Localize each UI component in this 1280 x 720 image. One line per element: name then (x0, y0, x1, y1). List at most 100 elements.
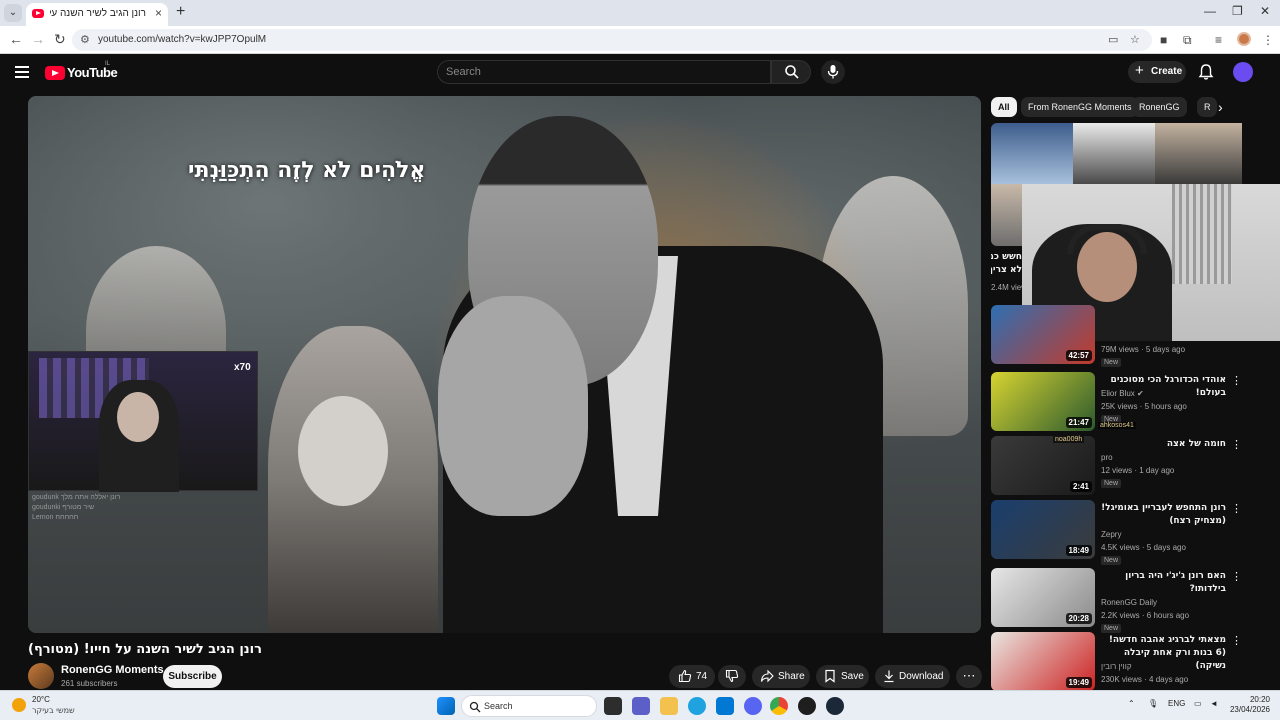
weather-temp[interactable]: 20°C (32, 695, 50, 704)
new-tab-button[interactable]: + (176, 3, 185, 21)
tray-chevron-icon[interactable]: ⌃ (1128, 699, 1135, 708)
chip-partial[interactable]: R (1197, 97, 1217, 117)
chip-from-channel[interactable]: From RonenGG Moments (1021, 97, 1139, 117)
video-player[interactable]: אֱלֹהִים לֹא לְזֶה הִתְכַּוַּנְתִּי x70 … (28, 96, 981, 633)
address-bar[interactable]: ⚙ youtube.com/watch?v=kwJPP7OpulM ▭ ☆ (72, 29, 1152, 51)
maximize-button[interactable]: ❐ (1232, 4, 1243, 18)
system-clock[interactable]: 20:20 23/04/2026 (1228, 695, 1270, 715)
cast-icon[interactable]: ▭ (1108, 33, 1118, 46)
browser-profile-avatar[interactable] (1237, 32, 1251, 46)
search-input[interactable] (446, 64, 746, 80)
thumb-part-2 (1073, 123, 1155, 184)
back-arrow-icon[interactable]: ← (9, 31, 23, 47)
thumbs-up-icon (678, 669, 692, 683)
video-channel[interactable]: קווין רובין (1101, 662, 1132, 671)
video-channel[interactable]: pro (1101, 453, 1113, 462)
video-title[interactable]: חומה של אצה (1101, 438, 1226, 451)
recommended-video[interactable]: 42:57 79M views · 5 days ago New (991, 305, 1251, 367)
recommended-video[interactable]: 18:49 רונן התחפש לעבריין באומיגל! (מצחיק … (991, 500, 1251, 565)
like-button[interactable]: 74 (669, 665, 715, 688)
recommended-video[interactable]: 2:41 חומה של אצה ⋮ pro 12 views · 1 day ago N… (991, 436, 1251, 498)
edge-icon[interactable] (688, 697, 706, 715)
file-explorer-icon[interactable] (660, 697, 678, 715)
display-tray-icon[interactable]: ▭ (1194, 699, 1202, 708)
save-button[interactable]: Save (816, 665, 869, 688)
video-thumbnail[interactable]: 42:57 (991, 305, 1095, 364)
video-title[interactable]: האם רונן ג'יג'י היה בריון בילדותו? (1101, 570, 1226, 596)
extension-icon[interactable]: ■ (1160, 33, 1167, 47)
filter-chips: All From RonenGG Moments RonenGG R (991, 97, 1241, 119)
bookmark-star-icon[interactable]: ☆ (1130, 33, 1140, 46)
youtube-logo-icon[interactable] (45, 66, 65, 80)
partial-thumbnail[interactable] (991, 184, 1022, 246)
obs-icon[interactable] (798, 697, 816, 715)
share-button[interactable]: Share (752, 665, 810, 688)
dislike-button[interactable] (718, 665, 746, 688)
search-icon (469, 701, 481, 713)
teams-icon[interactable] (632, 697, 650, 715)
voice-search-button[interactable] (821, 60, 845, 84)
search-button[interactable] (771, 60, 811, 84)
hamburger-menu-icon[interactable] (15, 66, 29, 78)
tab-search-icon[interactable]: ⌄ (4, 4, 22, 22)
video-meta: 230K views · 4 days ago (1101, 675, 1189, 684)
taskbar-search[interactable]: Search (461, 695, 597, 717)
partial-video-title[interactable]: חשש כמה לא צריך (991, 251, 1022, 277)
url-text[interactable]: youtube.com/watch?v=kwJPP7OpulM (98, 34, 266, 45)
youtube-logo-text[interactable]: YouTube (67, 65, 118, 80)
close-window-button[interactable]: ✕ (1260, 4, 1270, 18)
menu-dots-icon[interactable]: ⋮ (1262, 33, 1274, 47)
more-options-icon[interactable]: ⋮ (1231, 502, 1242, 515)
minimize-button[interactable]: — (1204, 4, 1216, 18)
media-control-icon[interactable]: ≡ (1215, 33, 1222, 47)
weather-sun-icon[interactable] (12, 698, 26, 712)
windows-start-icon[interactable] (437, 697, 455, 715)
video-thumbnail[interactable]: 21:47 (991, 372, 1095, 431)
extensions-puzzle-icon[interactable]: ⧉ (1183, 33, 1192, 48)
more-options-icon[interactable]: ⋮ (1231, 438, 1242, 451)
chip-ronengg[interactable]: RonenGG (1132, 97, 1187, 117)
more-options-icon[interactable]: ⋮ (1231, 634, 1242, 647)
chrome-icon[interactable] (770, 697, 788, 715)
reload-icon[interactable]: ↻ (54, 31, 66, 48)
steam-icon[interactable] (826, 697, 844, 715)
country-code: IL (105, 61, 111, 67)
video-channel[interactable]: RonenGG Daily (1101, 598, 1157, 607)
video-meta: 4.5K views · 5 days ago (1101, 543, 1186, 552)
channel-name[interactable]: RonenGG Moments (61, 664, 164, 676)
notifications-bell-icon[interactable] (1198, 63, 1214, 86)
download-button[interactable]: Download (875, 665, 950, 688)
site-info-icon[interactable]: ⚙ (80, 33, 90, 46)
tab-close-icon[interactable]: × (155, 6, 162, 20)
subscribe-button[interactable]: Subscribe (163, 665, 222, 688)
account-avatar[interactable] (1233, 62, 1253, 82)
recommended-video[interactable]: 19:49 מצאתי לברגיג אהבה חדשה! (6 בנות ורק… (991, 632, 1251, 694)
video-channel[interactable]: Zepry (1101, 530, 1121, 539)
discord-icon[interactable] (744, 697, 762, 715)
task-view-icon[interactable] (604, 697, 622, 715)
video-thumbnail[interactable]: 18:49 (991, 500, 1095, 559)
channel-avatar[interactable] (28, 663, 54, 689)
volume-icon[interactable]: ◄ (1210, 699, 1218, 708)
video-channel[interactable]: Elior Blux ✔ (1101, 389, 1144, 398)
browser-tab-active[interactable]: רונן הגיב לשיר השנה על חייו! (מטורף) - Y… (26, 3, 168, 26)
recommended-video[interactable]: 20:28 האם רונן ג'יג'י היה בריון בילדותו? ⋮… (991, 568, 1251, 633)
video-thumbnail[interactable]: 2:41 (991, 436, 1095, 495)
language-indicator[interactable]: ENG (1168, 699, 1185, 708)
recommended-thumb-strip[interactable] (991, 123, 1242, 184)
video-title[interactable]: רונן התחפש לעבריין באומיגל! (מצחיק רצח) (1101, 502, 1226, 528)
more-actions-icon[interactable]: ⋯ (956, 665, 982, 688)
chevron-right-icon[interactable]: › (1218, 99, 1223, 115)
video-thumbnail[interactable]: 20:28 (991, 568, 1095, 627)
more-options-icon[interactable]: ⋮ (1231, 374, 1242, 387)
create-button[interactable]: + Create (1128, 61, 1186, 83)
video-thumbnail[interactable]: 19:49 (991, 632, 1095, 691)
more-options-icon[interactable]: ⋮ (1231, 570, 1242, 583)
forward-arrow-icon[interactable]: → (31, 31, 45, 47)
stream-chat-overlay: goudunk רונן יאללה אתה מלך goudunki שיר … (28, 491, 228, 551)
bookmark-icon (825, 669, 835, 683)
chip-all[interactable]: All (991, 97, 1017, 117)
mic-tray-icon[interactable]: 🎙 (1148, 699, 1158, 708)
weather-description[interactable]: שמשי בעיקר (32, 706, 75, 715)
store-icon[interactable] (716, 697, 734, 715)
